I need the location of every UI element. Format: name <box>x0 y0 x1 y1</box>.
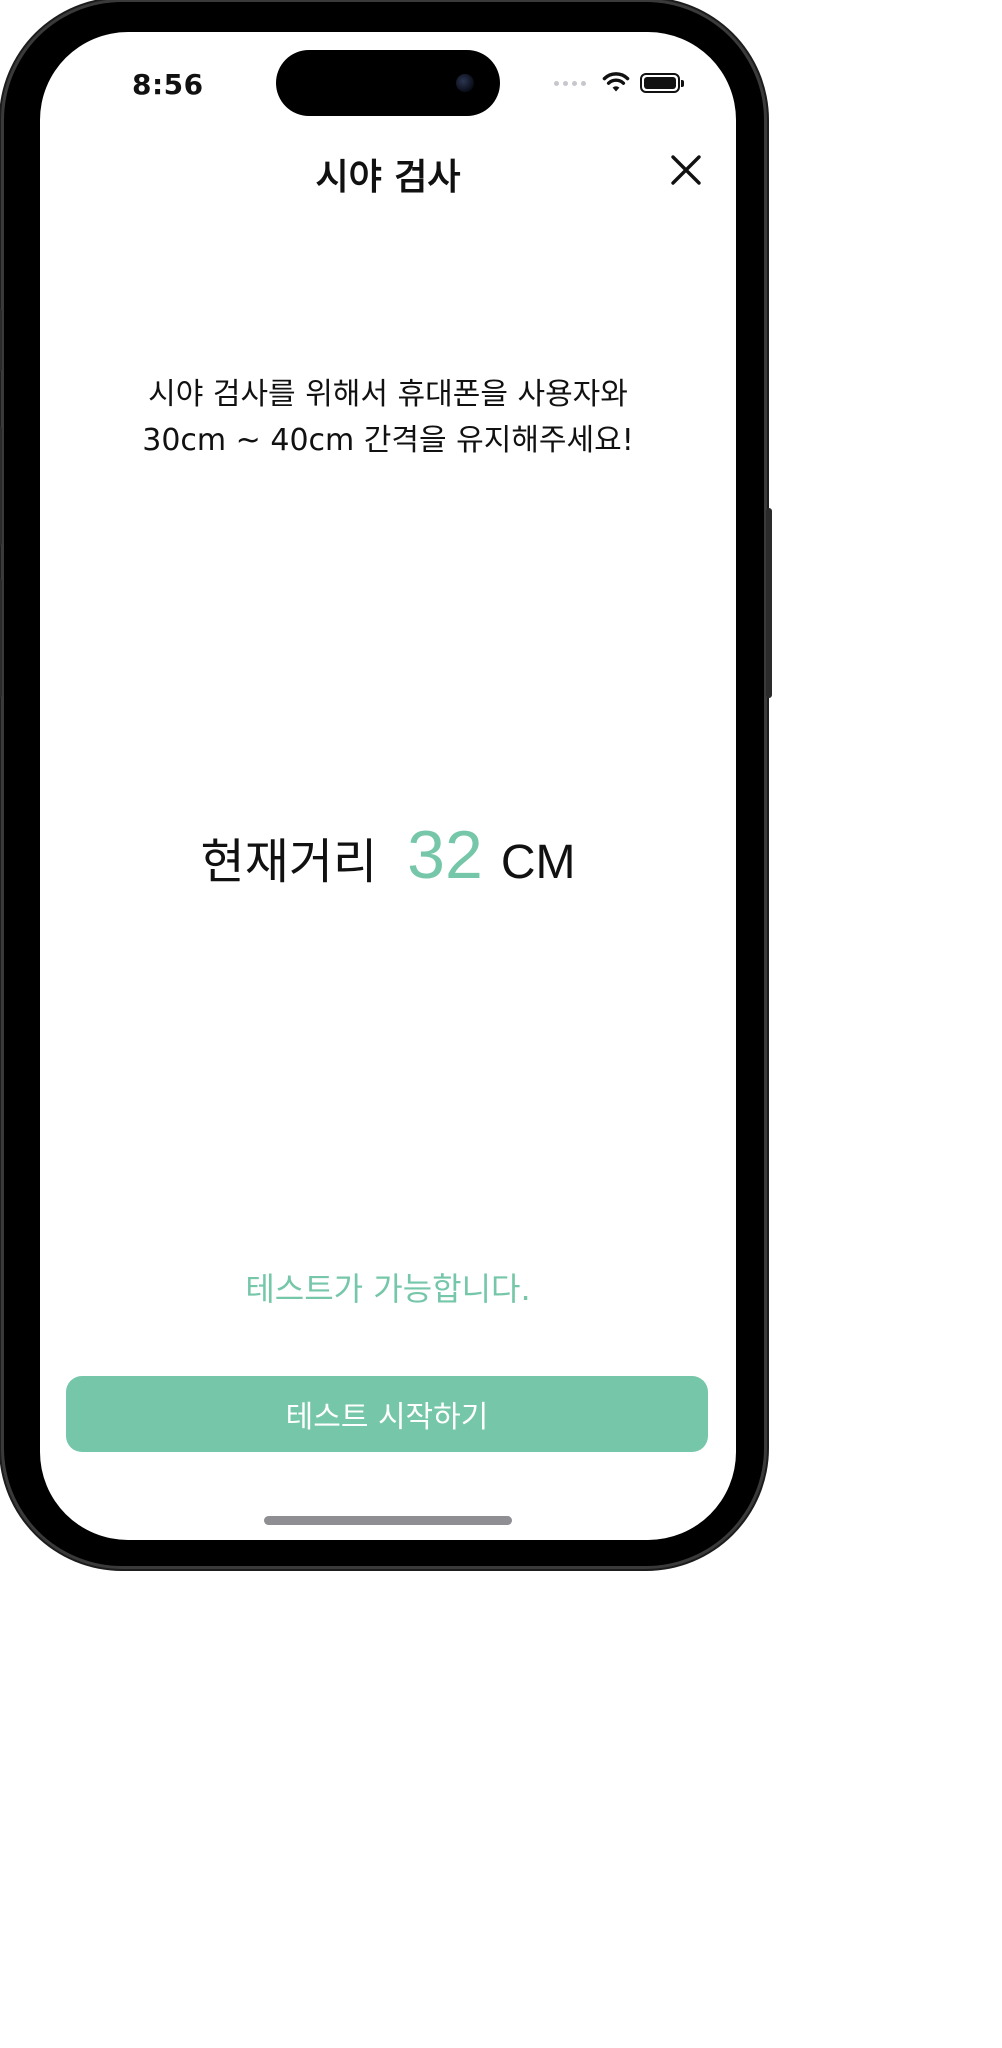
camera-icon <box>456 74 474 92</box>
status-icons <box>554 72 684 94</box>
status-time: 8:56 <box>132 68 204 101</box>
distance-readout: 현재거리 32 CM <box>40 816 736 894</box>
close-button[interactable] <box>664 150 708 194</box>
close-icon <box>670 154 702 190</box>
wifi-icon <box>602 72 630 94</box>
instruction-line-2: 30cm ~ 40cm 간격을 유지해주세요! <box>142 423 634 458</box>
instruction-text: 시야 검사를 위해서 휴대폰을 사용자와 30cm ~ 40cm 간격을 유지해… <box>60 372 716 464</box>
dynamic-island <box>276 50 500 116</box>
silent-switch <box>0 308 2 372</box>
signal-dots-icon <box>554 80 586 86</box>
page-title: 시야 검사 <box>315 157 461 198</box>
volume-down-button <box>0 578 2 698</box>
start-test-button-label: 테스트 시작하기 <box>285 1400 489 1435</box>
distance-unit: CM <box>500 836 576 889</box>
phone-frame: 8:56 시야 검사 시야 검사를 위해서 휴대폰을 사용자와 30cm ~ 4… <box>0 2 772 1566</box>
power-button <box>766 508 772 698</box>
volume-up-button <box>0 426 2 546</box>
screen: 8:56 시야 검사 시야 검사를 위해서 휴대폰을 사용자와 30cm ~ 4… <box>40 32 736 1540</box>
distance-value: 32 <box>407 817 483 893</box>
test-status-message: 테스트가 가능합니다. <box>245 1270 531 1308</box>
instruction-line-1: 시야 검사를 위해서 휴대폰을 사용자와 <box>148 377 628 412</box>
home-indicator[interactable] <box>264 1516 512 1525</box>
distance-label: 현재거리 <box>200 834 378 890</box>
start-test-button[interactable]: 테스트 시작하기 <box>66 1376 708 1452</box>
battery-icon <box>640 73 684 93</box>
